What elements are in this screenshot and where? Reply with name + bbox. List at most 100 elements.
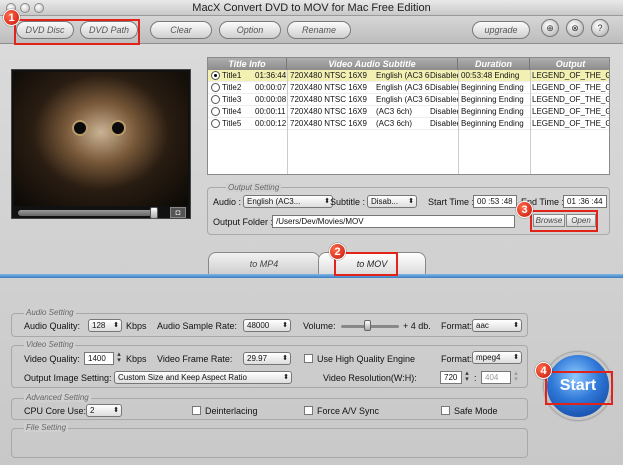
clear-button[interactable]: Clear xyxy=(150,21,212,39)
tab-underline xyxy=(0,274,623,278)
help-icon[interactable]: ? xyxy=(591,19,609,37)
callout-2-badge: 2 xyxy=(329,243,346,260)
end-time-input[interactable]: 01 :36 :44 xyxy=(563,195,607,208)
title-table: Title Info Video Audio Subtitle Duration… xyxy=(207,57,610,175)
cell-audio: (AC3 6ch) xyxy=(376,107,413,116)
cell-duration: Beginning Ending xyxy=(461,83,524,92)
title-radio-button[interactable] xyxy=(211,83,220,92)
table-row[interactable]: Title2 00:00:07 720X480 NTSC 16X9 English (… xyxy=(208,82,609,94)
minimize-window-button[interactable] xyxy=(20,3,30,13)
audio-quality-select[interactable]: 128 ⬍ xyxy=(88,319,122,332)
force-av-sync-checkbox[interactable] xyxy=(304,406,313,415)
title-radio-button[interactable] xyxy=(211,95,220,104)
callout-4-badge: 4 xyxy=(535,362,552,379)
cpu-core-use-select[interactable]: 2 ⬍ xyxy=(86,404,122,417)
video-quality-input[interactable]: 1400 xyxy=(84,352,114,365)
high-quality-engine-checkbox[interactable] xyxy=(304,354,313,363)
window-title: MacX Convert DVD to MOV for Mac Free Edi… xyxy=(192,2,431,14)
callout-1-badge: 1 xyxy=(3,9,20,26)
cell-audio: English (AC3 6ch) xyxy=(376,71,430,80)
cell-time: 00:00:11 xyxy=(255,107,286,116)
audio-track-select[interactable]: English (AC3... ⬍ xyxy=(243,195,333,208)
cell-sub: Disabled xyxy=(430,71,458,80)
preview-frame xyxy=(14,72,188,206)
cell-title: Title1 xyxy=(222,71,242,80)
header-output: Output xyxy=(555,59,586,69)
settings-icon[interactable]: ⊕ xyxy=(541,19,559,37)
resolution-height-input[interactable]: 404 xyxy=(481,371,511,384)
callout-3-highlight xyxy=(530,210,598,232)
video-format-label: Format: xyxy=(441,354,473,364)
owl-eye-left xyxy=(72,120,88,136)
table-row[interactable]: Title4 00:00:11 720X480 NTSC 16X9 (AC3 6ch)… xyxy=(208,106,609,118)
cell-time: 00:00:07 xyxy=(255,83,287,92)
cell-output: LEGEND_OF_THE_GUAI xyxy=(532,107,609,116)
cpu-core-use-label: CPU Core Use: xyxy=(24,406,87,416)
start-time-input[interactable]: 00 :53 :48 xyxy=(473,195,517,208)
resolution-height-stepper[interactable]: ▴ ▾ xyxy=(512,370,520,384)
volume-label: Volume: xyxy=(303,321,336,331)
seek-handle[interactable] xyxy=(150,207,158,219)
rename-button[interactable]: Rename xyxy=(287,21,351,39)
cell-output: LEGEND_OF_THE_GUAI xyxy=(532,83,609,92)
audio-sample-rate-label: Audio Sample Rate: xyxy=(157,321,238,331)
upgrade-button[interactable]: upgrade xyxy=(472,21,530,39)
audio-format-select[interactable]: aac ⬍ xyxy=(472,319,522,332)
audio-quality-value: 128 xyxy=(92,321,106,330)
video-quality-stepper[interactable]: ▴ ▾ xyxy=(115,351,123,365)
title-radio-button[interactable] xyxy=(211,107,220,116)
video-setting-legend: Video Setting xyxy=(24,340,76,349)
table-row[interactable]: Title1 01:36:44 720X480 NTSC 16X9 English (… xyxy=(208,70,609,82)
title-radio-button[interactable] xyxy=(211,71,220,80)
cell-output: LEGEND_OF_THE_GUAI xyxy=(532,71,609,80)
cell-video: 720X480 NTSC 16X9 xyxy=(290,119,367,128)
audio-sample-rate-value: 48000 xyxy=(247,321,270,330)
option-button[interactable]: Option xyxy=(219,21,281,39)
cell-title: Title4 xyxy=(222,107,242,116)
cell-time: 00:00:08 xyxy=(255,95,287,104)
deinterlacing-checkbox[interactable] xyxy=(192,406,201,415)
table-row[interactable]: Title3 00:00:08 720X480 NTSC 16X9 English (… xyxy=(208,94,609,106)
title-bar: MacX Convert DVD to MOV for Mac Free Edi… xyxy=(0,0,623,16)
video-frame-rate-select[interactable]: 29.97 ⬍ xyxy=(243,352,291,365)
output-image-setting-label: Output Image Setting: xyxy=(24,373,112,383)
close-circle-icon[interactable]: ⊗ xyxy=(566,19,584,37)
force-av-sync-label: Force A/V Sync xyxy=(317,406,380,416)
safe-mode-checkbox[interactable] xyxy=(441,406,450,415)
column-divider xyxy=(458,70,459,174)
video-preview: ◘ xyxy=(11,69,191,219)
volume-slider-handle[interactable] xyxy=(364,320,372,331)
cell-audio: English (AC3 6ch) xyxy=(376,83,430,92)
output-image-setting-value: Custom Size and Keep Aspect Ratio xyxy=(118,373,247,382)
output-folder-input[interactable]: /Users/Dev/Movies/MOV xyxy=(272,215,515,228)
video-kbps-label: Kbps xyxy=(126,354,147,364)
file-setting-legend: File Setting xyxy=(24,423,69,432)
header-video-audio-subtitle: Video Audio Subtitle xyxy=(287,58,458,70)
column-divider xyxy=(287,70,288,174)
resolution-width-stepper[interactable]: ▴ ▾ xyxy=(463,370,471,384)
cell-title: Title2 xyxy=(222,83,242,92)
cell-duration: Beginning Ending xyxy=(461,107,524,116)
zoom-window-button[interactable] xyxy=(34,3,44,13)
video-format-select[interactable]: mpeg4 ⬍ xyxy=(472,351,522,364)
audio-sample-rate-select[interactable]: 48000 ⬍ xyxy=(243,319,291,332)
cell-video: 720X480 NTSC 16X9 xyxy=(290,83,367,92)
video-frame-rate-label: Video Frame Rate: xyxy=(157,354,233,364)
owl-eye-right xyxy=(110,120,126,136)
cell-video: 720X480 NTSC 16X9 xyxy=(290,107,367,116)
subtitle-select[interactable]: Disab... ⬍ xyxy=(367,195,417,208)
title-radio-button[interactable] xyxy=(211,119,220,128)
audio-quality-label: Audio Quality: xyxy=(24,321,81,331)
resolution-width-input[interactable]: 720 xyxy=(440,371,462,384)
volume-value: + 4 db. xyxy=(403,321,431,331)
video-frame-rate-value: 29.97 xyxy=(247,354,268,363)
table-row[interactable]: Title5 00:00:12 720X480 NTSC 16X9 (AC3 6ch)… xyxy=(208,118,609,130)
header-duration: Duration xyxy=(458,58,530,70)
output-image-setting-select[interactable]: Custom Size and Keep Aspect Ratio ⬍ xyxy=(114,371,292,384)
audio-format-value: aac xyxy=(476,321,489,330)
tab-to-mp4[interactable]: to MP4 xyxy=(208,252,320,274)
seek-bar[interactable] xyxy=(18,210,158,216)
cell-duration: Beginning Ending xyxy=(461,95,524,104)
advanced-setting-legend: Advanced Setting xyxy=(24,393,91,402)
camera-icon[interactable]: ◘ xyxy=(170,207,186,218)
